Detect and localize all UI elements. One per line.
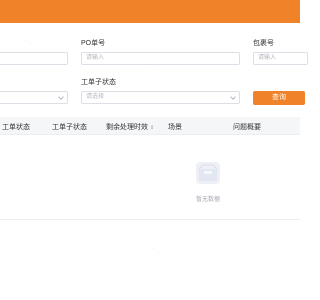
column-header-remaining-time[interactable]: 剩余处理时效 ⇕ (106, 122, 154, 132)
empty-state-text: 暂无数据 (196, 197, 221, 203)
column-header-substatus[interactable]: 工单子状态 (52, 122, 87, 132)
watermark: - - - - - (29, 226, 48, 240)
left-filter-input[interactable] (0, 52, 68, 65)
watermark: - - - - - (19, 36, 38, 50)
po-number-input[interactable]: 请输入 (81, 52, 240, 65)
chevron-down-icon (58, 94, 64, 100)
table-body (0, 135, 300, 220)
package-number-label: 包裹号 (253, 40, 274, 47)
left-filter-select[interactable] (0, 91, 68, 104)
chevron-down-icon (230, 94, 236, 100)
column-header-summary[interactable]: 问题概要 (233, 122, 261, 132)
empty-box-icon (196, 162, 220, 184)
substatus-select[interactable]: 请选择 (81, 91, 240, 104)
top-header-bar (0, 0, 300, 23)
query-button[interactable]: 查询 (253, 91, 305, 105)
substatus-label: 工单子状态 (81, 79, 116, 86)
column-header-remaining-time-label: 剩余处理时效 (106, 124, 148, 131)
package-number-input[interactable]: 请输入 (253, 52, 308, 65)
table-header: 工单状态 工单子状态 剩余处理时效 ⇕ 场景 问题概要 (0, 117, 300, 135)
column-header-status[interactable]: 工单状态 (2, 122, 30, 132)
column-header-scenario[interactable]: 场景 (168, 122, 182, 132)
watermark: - - - - - (149, 246, 168, 260)
po-number-label: PO单号 (81, 40, 106, 47)
substatus-placeholder: 请选择 (86, 94, 105, 100)
sort-icon[interactable]: ⇕ (150, 125, 154, 131)
